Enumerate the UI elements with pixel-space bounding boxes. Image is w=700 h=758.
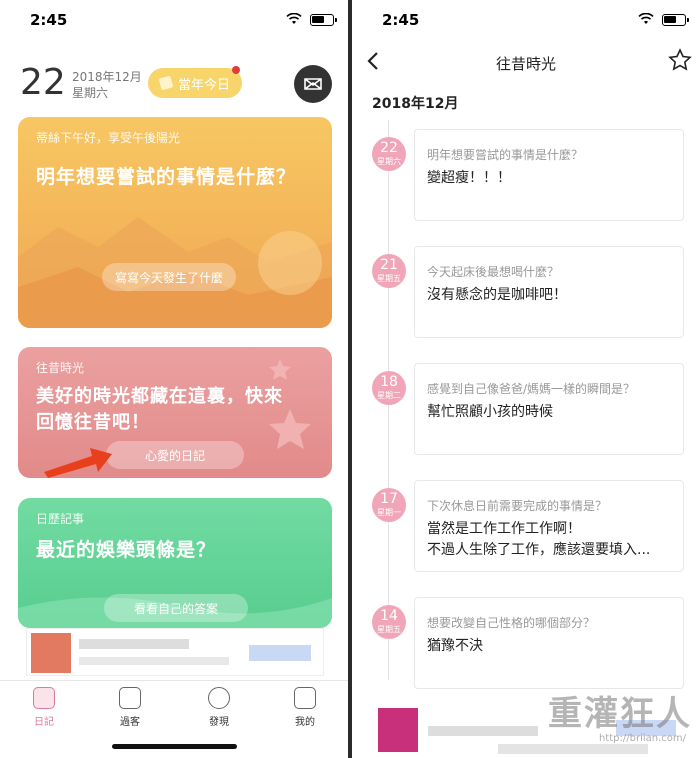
nav-bar: 往昔時光 [352,40,700,84]
planet-icon [208,687,230,709]
entry-answer: 沒有懸念的是咖啡吧！ [427,287,567,303]
tab-diary[interactable]: 日記 [14,687,74,728]
entry-question: 下次休息日前需要完成的事情是？ [427,499,608,513]
tab-mine[interactable]: 我的 [275,687,335,728]
current-weekday: 星期六 [72,86,109,100]
chat-icon [119,687,141,709]
entry-answer: 變超瘦！！！ [427,170,511,186]
question-line-2: 回憶往昔吧！ [36,412,150,433]
watermark: 重灌狂人 [548,694,692,734]
entry-answer: 幫忙照顧小孩的時候 [427,404,553,420]
entry-card: 下次休息日前需要完成的事情是？ 當然是工作工作工作啊！ 不過人生除了工作，應該還… [414,480,684,572]
ad-blur-line [79,639,189,649]
memories-screen: 2:45 往昔時光 2018年12月 22 星期六 明年想要嘗試的事情是什麼？ 變… [352,0,700,758]
entry-question: 今天起床後最想喝什麼？ [427,265,560,279]
battery-icon [662,14,689,26]
calendar-notes-card[interactable]: 日歷記事 最近的娛樂頭條是？ 看看自己的答案 [18,498,332,628]
ad-banner[interactable] [26,628,324,676]
ad-blur-line [498,744,648,754]
wifi-icon [638,13,654,24]
face-icon [294,687,316,709]
app-logo-button[interactable] [294,65,332,103]
question-text: 明年想要嘗試的事情是什麼？ [36,166,297,188]
date-badge: 18 星期二 [372,371,406,405]
entry-card: 明年想要嘗試的事情是什麼？ 變超瘦！！！ [414,129,684,221]
ad-blur-line [79,657,229,665]
this-day-button[interactable]: 當年今日 [148,68,242,98]
status-time: 2:45 [30,11,68,29]
entry-card: 感覺到自己像爸爸/媽媽一樣的瞬間是？ 幫忙照顧小孩的時候 [414,363,684,455]
write-today-button[interactable]: 寫寫今天發生了什麼 [102,263,236,291]
current-day: 22 [20,62,66,103]
month-header: 2018年12月 [372,96,459,112]
page-title: 往昔時光 [495,55,556,73]
home-indicator [112,744,237,749]
ad-image [378,708,418,752]
diary-entry[interactable]: 18 星期二 感覺到自己像爸爸/媽媽一樣的瞬間是？ 幫忙照顧小孩的時候 [352,363,700,458]
diary-entry[interactable]: 22 星期六 明年想要嘗試的事情是什麼？ 變超瘦！！！ [352,129,700,224]
tab-label: 發現 [209,717,229,728]
view-answers-button[interactable]: 看看自己的答案 [104,594,248,622]
date-badge: 22 星期六 [372,137,406,171]
question-line-1: 美好的時光都藏在這裏，快來 [36,386,283,407]
tab-label: 日記 [34,717,54,728]
current-year-month: 2018年12月 [72,70,142,84]
battery-icon [310,14,337,26]
entry-question: 想要改變自己性格的哪個部分？ [427,616,596,630]
tab-passerby[interactable]: 過客 [100,687,160,728]
favorite-diary-button[interactable]: 心愛的日記 [106,441,244,469]
watermark-url: http://briian.com/ [598,733,686,744]
entry-answer: 當然是工作工作工作啊！ 不過人生除了工作，應該還要填入... [427,521,651,558]
entry-question: 感覺到自己像爸爸/媽媽一樣的瞬間是？ [427,382,636,396]
m-logo-icon [304,78,322,90]
home-screen: 2:45 22 2018年12月 星期六 當年今日 蒂絲下午好，享受午後陽光 明… [0,0,348,758]
wifi-icon [286,13,302,24]
entry-card: 想要改變自己性格的哪個部分？ 猶豫不決 [414,597,684,689]
entry-question: 明年想要嘗試的事情是什麼？ [427,148,584,162]
tab-discover[interactable]: 發現 [189,687,249,728]
status-time: 2:45 [382,11,420,29]
ad-blur-line [428,726,538,736]
section-label: 往昔時光 [36,361,85,375]
this-day-label: 當年今日 [177,77,230,93]
notification-dot [232,66,240,74]
diary-icon [33,687,55,709]
date-badge: 21 星期五 [372,254,406,288]
greeting-text: 蒂絲下午好，享受午後陽光 [36,131,181,145]
status-bar: 2:45 [0,0,348,40]
star-outline-icon[interactable] [668,48,692,72]
diary-entry[interactable]: 21 星期五 今天起床後最想喝什麼？ 沒有懸念的是咖啡吧！ [352,246,700,341]
ad-image [31,633,71,673]
diary-entry[interactable]: 17 星期一 下次休息日前需要完成的事情是？ 當然是工作工作工作啊！ 不過人生除了… [352,480,700,575]
entry-answer: 猶豫不決 [427,638,483,654]
status-bar: 2:45 [352,0,700,40]
daily-question-card[interactable]: 蒂絲下午好，享受午後陽光 明年想要嘗試的事情是什麼？ 寫寫今天發生了什麼 [18,117,332,328]
question-text: 最近的娛樂頭條是？ [36,539,217,561]
red-arrow-annotation [44,448,112,478]
date-badge: 14 星期五 [372,605,406,639]
entry-card: 今天起床後最想喝什麼？ 沒有懸念的是咖啡吧！ [414,246,684,338]
diary-entry[interactable]: 14 星期五 想要改變自己性格的哪個部分？ 猶豫不決 [352,597,700,692]
section-label: 日歷記事 [36,512,85,526]
tab-label: 過客 [120,717,140,728]
date-badge: 17 星期一 [372,488,406,522]
note-icon [158,75,174,91]
tab-label: 我的 [295,717,315,728]
ad-blur-button [249,645,311,661]
